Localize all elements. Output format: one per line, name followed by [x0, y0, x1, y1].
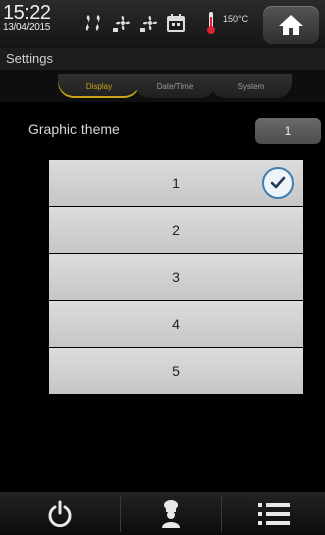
graphic-theme-value[interactable]: 1 [255, 118, 321, 144]
power-button[interactable] [0, 492, 120, 535]
status-icons [82, 12, 185, 34]
fan-icon-2 [140, 15, 158, 32]
option-label: 5 [172, 363, 180, 379]
clock-date: 13/04/2015 [3, 22, 51, 33]
theme-option-3[interactable]: 3 [49, 254, 303, 300]
option-label: 2 [172, 222, 180, 238]
checkmark-icon [262, 167, 294, 199]
list-menu-icon [257, 502, 290, 525]
theme-option-2[interactable]: 2 [49, 207, 303, 253]
tab-display[interactable]: Display [58, 74, 140, 98]
thermometer-icon [207, 12, 215, 34]
clock: 15:22 13/04/2015 [3, 2, 51, 33]
top-bar: 15:22 13/04/2015 150°C [0, 0, 325, 48]
theme-option-4[interactable]: 4 [49, 301, 303, 347]
steam-icon [85, 15, 100, 31]
tab-date-time[interactable]: Date/Time [134, 74, 216, 98]
menu-button[interactable] [222, 492, 325, 535]
theme-options-list: 1 2 3 4 5 [49, 160, 303, 395]
tab-bar: Display Date/Time System [0, 70, 325, 102]
graphic-theme-label: Graphic theme [28, 121, 120, 137]
theme-option-5[interactable]: 5 [49, 348, 303, 394]
option-label: 1 [172, 175, 180, 191]
calendar-icon [167, 14, 185, 32]
page-header: Settings [0, 48, 325, 70]
home-icon [279, 15, 303, 35]
temperature-readout: 150°C [223, 14, 249, 24]
page-title: Settings [6, 51, 53, 66]
chef-icon [162, 499, 180, 528]
home-button[interactable] [263, 6, 319, 44]
chef-button[interactable] [121, 492, 221, 535]
tab-system[interactable]: System [210, 74, 292, 98]
fan-icon [113, 15, 131, 32]
clock-time: 15:22 [3, 2, 51, 24]
bottom-bar [0, 492, 325, 535]
option-label: 3 [172, 269, 180, 285]
option-label: 4 [172, 316, 180, 332]
power-icon [48, 500, 72, 527]
theme-option-1[interactable]: 1 [49, 160, 303, 206]
